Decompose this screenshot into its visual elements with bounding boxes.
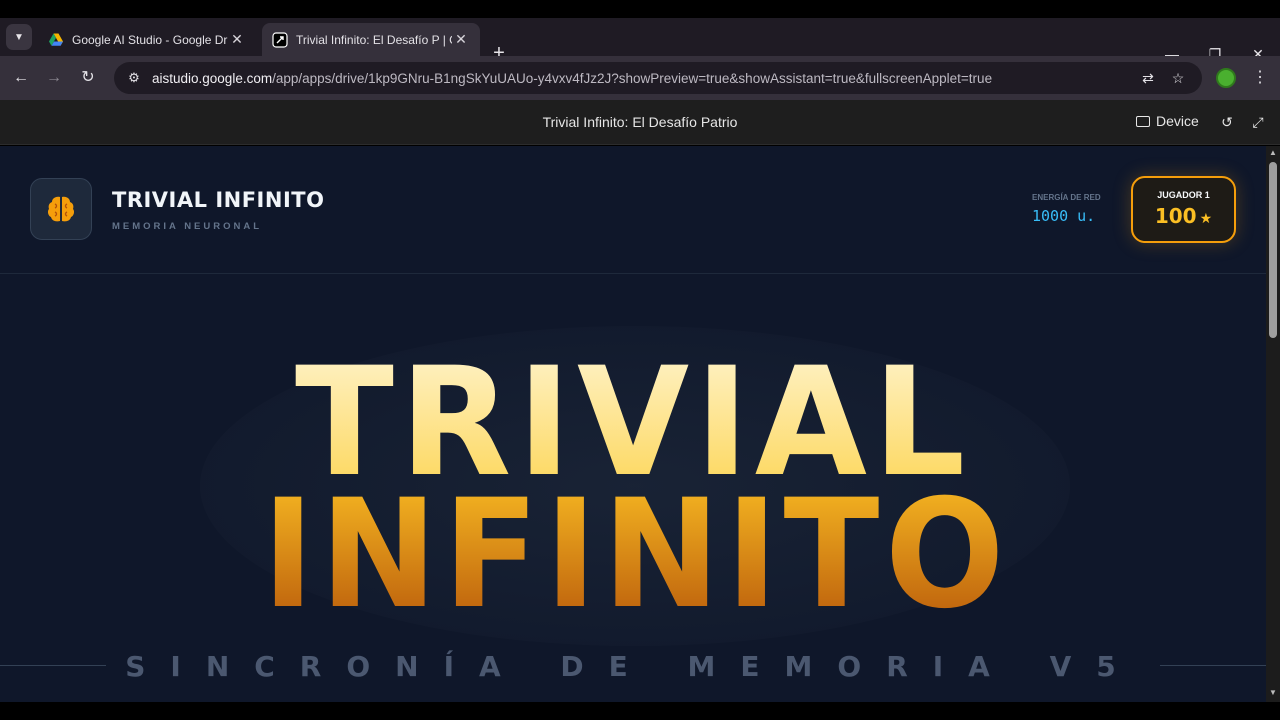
device-button[interactable]: Device: [1136, 113, 1199, 129]
bookmark-star-icon[interactable]: ☆: [1168, 70, 1188, 86]
reload-icon[interactable]: ↻: [75, 65, 101, 91]
applet-header: Trivial Infinito: El Desafío Patrio Devi…: [0, 100, 1280, 145]
google-drive-icon: [49, 33, 63, 46]
exit-fullscreen-icon[interactable]: ⤢: [1248, 112, 1268, 132]
scroll-thumb[interactable]: [1269, 162, 1277, 338]
device-label: Device: [1156, 113, 1199, 129]
scroll-down-icon[interactable]: ▼: [1269, 689, 1277, 697]
applet-title: Trivial Infinito: El Desafío Patrio: [542, 114, 738, 130]
close-icon[interactable]: ✕: [452, 31, 470, 48]
top-black-strip: [0, 0, 1280, 18]
site-settings-icon[interactable]: ⚙: [120, 70, 148, 86]
tab-title: Google AI Studio - Google Drive: [72, 32, 228, 47]
profile-avatar[interactable]: [1216, 68, 1236, 88]
tab-bar: ▼ Google AI Studio - Google Drive ✕ Triv…: [0, 18, 1280, 64]
tab-ai-studio[interactable]: Trivial Infinito: El Desafío P | Google …: [262, 23, 480, 56]
hero-line-2: INFINITO: [262, 468, 1010, 642]
ai-studio-icon: [272, 31, 288, 48]
close-icon[interactable]: ✕: [228, 31, 246, 48]
chevron-down-icon: ▼: [14, 31, 24, 43]
game-viewport: TRIVIAL INFINITO MEMORIA NEURONAL ENERGÍ…: [0, 146, 1266, 702]
tab-search-button[interactable]: ▼: [6, 24, 32, 50]
forward-arrow-icon[interactable]: →: [41, 65, 67, 91]
scroll-up-icon[interactable]: ▲: [1269, 149, 1277, 157]
scrollbar[interactable]: ▲ ▼: [1266, 146, 1280, 702]
browser-menu-icon[interactable]: ⋮: [1250, 66, 1270, 90]
translate-icon[interactable]: ⇄: [1138, 70, 1158, 86]
refresh-icon[interactable]: ↺: [1217, 112, 1237, 132]
hero-title: TRIVIAL INFINITO: [262, 336, 1010, 642]
url-text[interactable]: aistudio.google.com/app/apps/drive/1kp9G…: [152, 71, 992, 86]
address-bar[interactable]: ⚙ aistudio.google.com/app/apps/drive/1kp…: [114, 62, 1202, 94]
navigation-bar: ← → ↻ ⚙ aistudio.google.com/app/apps/dri…: [0, 56, 1280, 100]
back-arrow-icon[interactable]: ←: [8, 65, 34, 91]
tab-google-drive[interactable]: Google AI Studio - Google Drive ✕: [38, 23, 256, 56]
device-icon: [1136, 115, 1150, 127]
bottom-black-strip: [0, 702, 1280, 720]
tab-title: Trivial Infinito: El Desafío P | Google …: [296, 32, 452, 47]
tagline: SINCRONÍA DE MEMORIA V5: [125, 650, 1141, 683]
